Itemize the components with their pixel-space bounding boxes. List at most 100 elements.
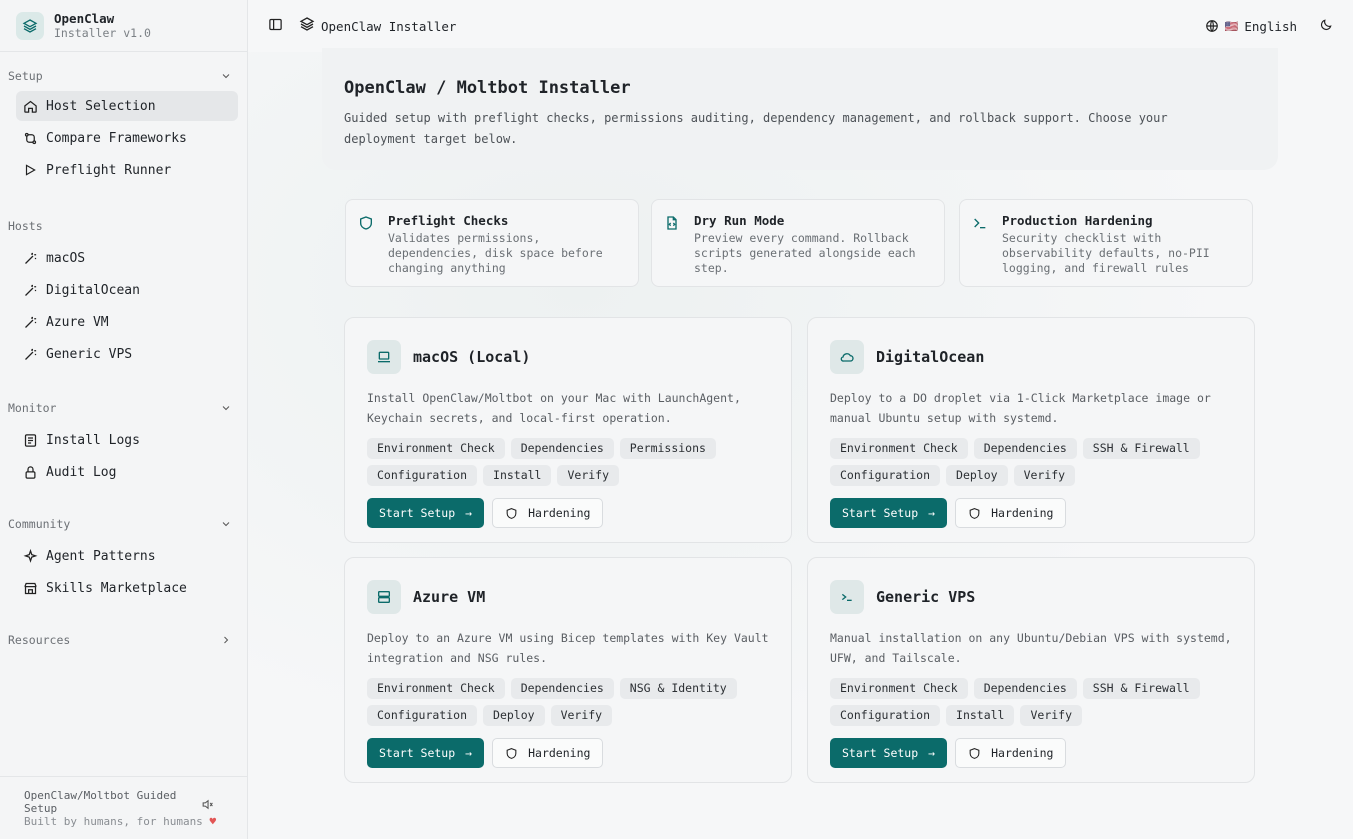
sidebar-item-digitalocean[interactable]: DigitalOcean: [16, 275, 240, 305]
start-setup-button[interactable]: Start Setup →: [367, 498, 485, 528]
sidebar-item-preflight-runner[interactable]: Preflight Runner: [16, 155, 240, 185]
shield-icon: [506, 507, 517, 519]
start-setup-button[interactable]: Start Setup →: [830, 738, 948, 768]
step-tag: Environment Check: [830, 438, 968, 459]
step-tag: SSH & Firewall: [1082, 438, 1200, 459]
button-label: Hardening: [991, 746, 1054, 760]
flag-icon: 🇺🇸: [1224, 19, 1239, 33]
sidebar-item-label: Preflight Runner: [46, 162, 172, 178]
nav-group-community[interactable]: Community: [0, 513, 248, 535]
brand-version: Installer v1.0: [54, 25, 151, 40]
hardening-button[interactable]: Hardening: [492, 738, 604, 768]
sidebar-item-azure-vm[interactable]: Azure VM: [16, 307, 240, 337]
step-tag: Environment Check: [830, 678, 968, 699]
wand-icon: [22, 314, 38, 330]
sidebar-item-label: Compare Frameworks: [46, 130, 187, 146]
start-setup-button[interactable]: Start Setup →: [830, 498, 948, 528]
host-desc: Install OpenClaw/Moltbot on your Mac wit…: [367, 391, 741, 425]
arrow-right-icon: →: [928, 506, 936, 520]
chevron-down-icon: [222, 522, 230, 527]
brand[interactable]: OpenClaw Installer v1.0: [0, 0, 247, 52]
feature-desc: Validates permissions, dependencies, dis…: [388, 231, 603, 275]
sidebar-item-audit-log[interactable]: Audit Log: [16, 457, 240, 487]
step-tag: Deploy: [483, 705, 545, 726]
step-tag: Environment Check: [367, 438, 505, 459]
button-label: Start Setup: [379, 506, 456, 520]
nav-group-monitor[interactable]: Monitor: [0, 397, 248, 419]
hardening-button[interactable]: Hardening: [955, 498, 1067, 528]
hardening-button[interactable]: Hardening: [492, 498, 604, 528]
feature-title: Production Hardening: [1002, 213, 1153, 228]
host-desc: Manual installation on any Ubuntu/Debian…: [830, 631, 1232, 665]
wand-icon: [22, 282, 38, 298]
step-tag: Install: [946, 705, 1015, 726]
button-label: Start Setup: [842, 506, 919, 520]
arrow-right-icon: →: [465, 506, 473, 520]
wand-icon: [22, 250, 38, 266]
arrow-right-icon: →: [465, 746, 473, 760]
theme-toggle-icon[interactable]: [1319, 18, 1333, 35]
sidebar-item-label: Install Logs: [46, 432, 140, 448]
step-tag: SSH & Firewall: [1082, 678, 1200, 699]
button-label: Hardening: [991, 506, 1054, 520]
sidebar-toggle-icon[interactable]: [268, 17, 283, 36]
sidebar-item-compare-frameworks[interactable]: Compare Frameworks: [16, 123, 240, 153]
sidebar-item-generic-vps[interactable]: Generic VPS: [16, 339, 240, 369]
sidebar-item-label: DigitalOcean: [46, 282, 140, 298]
sidebar-item-label: macOS: [46, 250, 86, 266]
step-tag: Verify: [1020, 705, 1083, 726]
shield-icon: [969, 507, 980, 519]
step-tag: Configuration: [367, 465, 478, 486]
server-icon: [367, 580, 401, 614]
sidebar-item-label: Audit Log: [46, 464, 117, 480]
step-tag: Dependencies: [973, 438, 1077, 459]
mute-sound-icon[interactable]: [201, 798, 214, 814]
feature-preflight: Preflight Checks Validates permissions, …: [345, 199, 639, 287]
step-tag: Verify: [1013, 465, 1076, 486]
shield-icon: [358, 215, 376, 233]
step-tag: Dependencies: [973, 678, 1077, 699]
step-tag: Environment Check: [367, 678, 505, 699]
button-label: Hardening: [528, 506, 591, 520]
button-label: Start Setup: [379, 746, 456, 760]
sidebar-item-label: Skills Marketplace: [46, 580, 187, 596]
footer-line2: Setup: [24, 802, 58, 815]
button-label: Hardening: [528, 746, 591, 760]
nav-group-resources[interactable]: Resources: [0, 629, 248, 651]
layers-logo-icon: [16, 11, 44, 40]
sidebar-item-skills-marketplace[interactable]: Skills Marketplace: [16, 573, 240, 603]
feature-dry-run: Dry Run Mode Preview every command. Roll…: [651, 199, 945, 287]
sidebar-item-agent-patterns[interactable]: Agent Patterns: [16, 541, 240, 571]
host-card-azure-vm: Azure VM Deploy to an Azure VM using Bic…: [344, 557, 792, 783]
step-tag: Verify: [557, 465, 620, 486]
step-tag: Configuration: [830, 465, 941, 486]
lock-icon: [22, 464, 38, 480]
sidebar-item-install-logs[interactable]: Install Logs: [16, 425, 240, 455]
host-title: Generic VPS: [876, 588, 976, 606]
start-setup-button[interactable]: Start Setup →: [367, 738, 485, 768]
hardening-button[interactable]: Hardening: [955, 738, 1067, 768]
sidebar-item-macos[interactable]: macOS: [16, 243, 240, 273]
logs-icon: [22, 432, 38, 448]
language-selector[interactable]: 🇺🇸 English: [1205, 19, 1297, 34]
terminal-icon: [830, 580, 864, 614]
host-card-macos: macOS (Local) Install OpenClaw/Moltbot o…: [344, 317, 792, 543]
step-tag: Install: [483, 465, 552, 486]
topbar: OpenClaw Installer 🇺🇸 English: [248, 0, 1353, 52]
terminal-icon: [972, 215, 990, 233]
host-card-generic-vps: Generic VPS Manual installation on any U…: [807, 557, 1255, 783]
sidebar-footer: OpenClaw/Moltbot Guided Setup Built by h…: [0, 776, 248, 839]
nav-group-setup[interactable]: Setup: [0, 65, 248, 87]
host-title: macOS (Local): [413, 348, 531, 366]
nav-group-label: Community: [8, 517, 71, 531]
arrow-right-icon: →: [928, 746, 936, 760]
step-tag: Permissions: [619, 438, 716, 459]
step-tag: NSG & Identity: [619, 678, 737, 699]
sidebar-item-label: Host Selection: [46, 98, 156, 114]
sidebar-item-host-selection[interactable]: Host Selection: [16, 91, 238, 121]
file-code-icon: [664, 215, 682, 233]
home-icon: [22, 98, 38, 114]
nav-group-label: Hosts: [8, 219, 43, 233]
step-tag: Verify: [550, 705, 613, 726]
sidebar-item-label: Generic VPS: [46, 346, 133, 362]
